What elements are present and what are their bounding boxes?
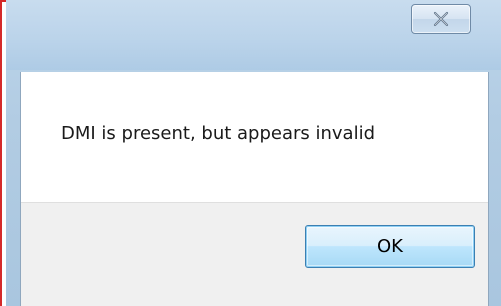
message-panel: DMI is present, but appears invalid [21, 72, 488, 202]
titlebar [6, 0, 501, 70]
close-icon [433, 11, 449, 27]
ok-button[interactable]: OK [305, 225, 475, 268]
dialog-content: DMI is present, but appears invalid OK [20, 72, 489, 306]
message-dialog: DMI is present, but appears invalid OK [6, 0, 501, 306]
close-button[interactable] [411, 4, 471, 34]
message-text: DMI is present, but appears invalid [61, 123, 376, 144]
button-strip: OK [21, 202, 488, 306]
